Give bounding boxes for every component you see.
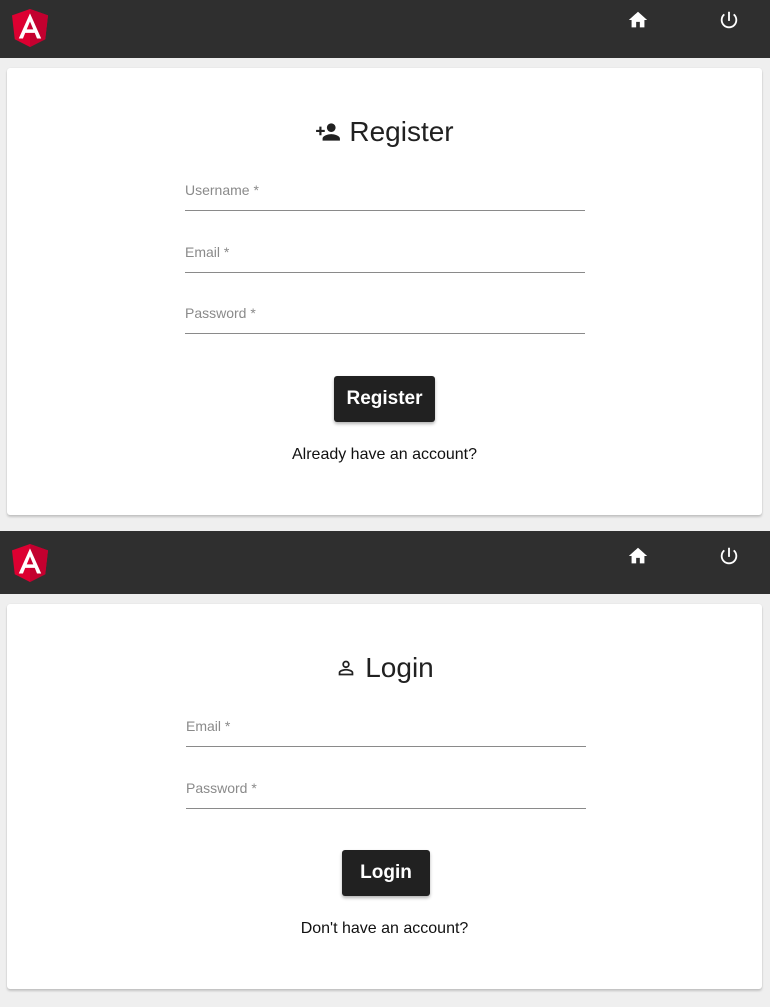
register-link[interactable]: Don't have an account? xyxy=(7,920,762,938)
login-link[interactable]: Already have an account? xyxy=(7,446,762,464)
login-password-field[interactable] xyxy=(186,768,586,809)
person-add-icon xyxy=(315,119,341,145)
home-icon xyxy=(627,545,649,572)
angular-logo-icon[interactable] xyxy=(12,544,48,582)
login-title: Login xyxy=(7,652,762,684)
logout-button[interactable] xyxy=(709,538,749,578)
home-icon xyxy=(627,9,649,36)
register-email-field[interactable] xyxy=(185,232,585,273)
register-email-input[interactable] xyxy=(185,232,585,272)
login-password-input[interactable] xyxy=(186,768,586,808)
logout-button[interactable] xyxy=(709,2,749,42)
register-card: Register Register Already have an accoun… xyxy=(7,68,762,515)
username-input[interactable] xyxy=(185,170,585,210)
home-button[interactable] xyxy=(618,538,658,578)
power-icon xyxy=(718,9,740,36)
top-toolbar xyxy=(0,0,770,58)
person-outline-icon xyxy=(335,657,357,679)
register-password-field[interactable] xyxy=(185,293,585,334)
login-email-field[interactable] xyxy=(186,706,586,747)
angular-logo-icon[interactable] xyxy=(12,9,48,47)
register-button[interactable]: Register xyxy=(334,376,435,422)
power-icon xyxy=(718,545,740,572)
bottom-toolbar xyxy=(0,531,770,594)
login-button[interactable]: Login xyxy=(342,850,430,896)
username-field[interactable] xyxy=(185,170,585,211)
register-title-label: Register xyxy=(349,116,454,147)
register-title: Register xyxy=(7,116,762,148)
login-card: Login Login Don't have an account? xyxy=(7,604,762,989)
login-title-label: Login xyxy=(365,652,434,683)
register-password-input[interactable] xyxy=(185,293,585,333)
login-email-input[interactable] xyxy=(186,706,586,746)
home-button[interactable] xyxy=(618,2,658,42)
